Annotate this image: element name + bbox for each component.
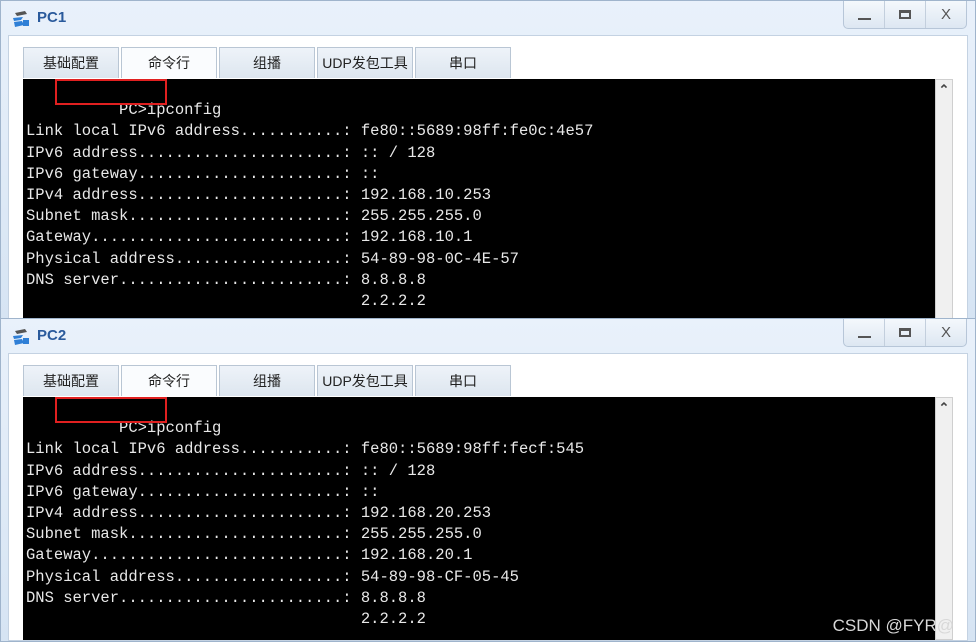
maximize-button[interactable] [884,1,925,28]
window-title: PC2 [37,327,67,344]
tab-bar: 基础配置 命令行 组播 UDP发包工具 串口 [23,47,513,78]
command-line: PC>ipconfig [23,397,935,437]
tab-2[interactable]: 组播 [219,47,315,78]
tab-1[interactable]: 命令行 [121,365,217,396]
terminal-output[interactable]: PC>ipconfig Link local IPv6 address.....… [23,397,935,640]
output-line: 2.2.2.2 [26,291,426,310]
close-icon: X [940,6,951,23]
window-controls: X [843,319,967,347]
output-line: IPv6 gateway......................: :: [26,482,380,501]
close-button[interactable]: X [925,319,966,346]
window-client: 基础配置 命令行 组播 UDP发包工具 串口 PC>ipconfig Link loca… [8,353,968,641]
minimize-button[interactable] [844,1,884,28]
vertical-scrollbar[interactable]: ⌃ [935,79,953,320]
output-line: 2.2.2.2 [26,609,426,628]
tab-bar: 基础配置 命令行 组播 UDP发包工具 串口 [23,365,513,396]
output-line: DNS server........................: 8.8.… [26,270,426,289]
output-line: Physical address..................: 54-8… [26,249,519,268]
window-client: 基础配置 命令行 组播 UDP发包工具 串口 PC>ipconfig Link loca… [8,35,968,321]
output-lines: Link local IPv6 address...........: fe80… [23,100,935,312]
output-line: Subnet mask.......................: 255.… [26,207,482,226]
output-line: IPv6 gateway......................: :: [26,164,380,183]
pc-window-pc2: PC2 X 基础配置 命令行 组播 UDP发包工具 串口 PC>ipconfig Lin… [0,318,976,642]
output-line: Link local IPv6 address...........: fe80… [26,440,585,459]
maximize-icon [899,10,911,19]
minimize-icon [857,17,871,20]
title-bar[interactable]: PC2 X [1,319,975,353]
tab-4[interactable]: 串口 [415,365,511,396]
window-controls: X [843,1,967,29]
maximize-button[interactable] [884,319,925,346]
pc-window-pc1: PC1 X 基础配置 命令行 组播 UDP发包工具 串口 PC>ipconfig Lin… [0,0,976,322]
tab-0[interactable]: 基础配置 [23,365,119,396]
output-line: Gateway...........................: 192.… [26,228,473,247]
window-title: PC1 [37,9,67,26]
output-line: Physical address..................: 54-8… [26,567,519,586]
tab-3[interactable]: UDP发包工具 [317,47,413,78]
network-pc-icon [13,329,29,345]
output-line: Gateway...........................: 192.… [26,546,473,565]
highlight-box [55,397,167,423]
terminal-output[interactable]: PC>ipconfig Link local IPv6 address.....… [23,79,935,320]
output-line: IPv6 address......................: :: /… [26,143,436,162]
output-lines: Link local IPv6 address...........: fe80… [23,418,935,630]
close-icon: X [940,324,951,341]
maximize-icon [899,328,911,337]
command-line: PC>ipconfig [23,79,935,119]
output-line: Subnet mask.......................: 255.… [26,525,482,544]
scroll-up-icon[interactable]: ⌃ [936,82,952,98]
tab-4[interactable]: 串口 [415,47,511,78]
output-line: IPv4 address......................: 192.… [26,185,492,204]
title-bar[interactable]: PC1 X [1,1,975,35]
watermark: CSDN @FYR@ [832,616,954,635]
output-line: DNS server........................: 8.8.… [26,588,426,607]
minimize-icon [857,335,871,338]
minimize-button[interactable] [844,319,884,346]
tab-3[interactable]: UDP发包工具 [317,365,413,396]
tab-0[interactable]: 基础配置 [23,47,119,78]
output-line: Link local IPv6 address...........: fe80… [26,122,594,141]
output-line: IPv6 address......................: :: /… [26,461,436,480]
output-line: IPv4 address......................: 192.… [26,503,492,522]
network-pc-icon [13,11,29,27]
tab-1[interactable]: 命令行 [121,47,217,78]
highlight-box [55,79,167,105]
scroll-up-icon[interactable]: ⌃ [936,400,952,416]
vertical-scrollbar[interactable]: ⌃ [935,397,953,640]
tab-2[interactable]: 组播 [219,365,315,396]
close-button[interactable]: X [925,1,966,28]
